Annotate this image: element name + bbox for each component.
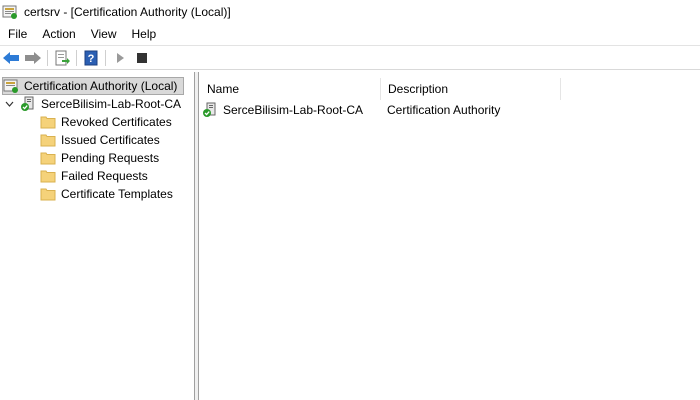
tree-item-label: Failed Requests [61, 169, 148, 183]
stop-service-button[interactable] [131, 47, 153, 69]
window-title: certsrv - [Certification Authority (Loca… [24, 5, 231, 19]
svg-text:?: ? [88, 53, 95, 65]
pane-splitter[interactable] [195, 72, 199, 400]
tree-item-pending-requests[interactable]: Pending Requests [40, 149, 159, 167]
back-button[interactable] [0, 47, 22, 69]
chevron-down-icon[interactable] [4, 96, 14, 112]
certsrv-icon [2, 5, 17, 19]
folder-icon [40, 188, 56, 201]
tree-item-issued-certificates[interactable]: Issued Certificates [40, 131, 160, 149]
start-service-button[interactable] [109, 47, 131, 69]
help-icon: ? [84, 50, 98, 65]
tree-item-ca[interactable]: SerceBilisim-Lab-Root-CA [4, 95, 181, 113]
folder-icon [40, 134, 56, 147]
list-item-name: SerceBilisim-Lab-Root-CA [223, 103, 364, 117]
start-service-icon [117, 52, 124, 63]
menu-view[interactable]: View [83, 24, 124, 45]
list-item[interactable]: SerceBilisim-Lab-Root-CA [202, 101, 363, 119]
folder-icon [40, 152, 56, 165]
folder-icon [40, 170, 56, 183]
tree-item-certificate-templates[interactable]: Certificate Templates [40, 185, 173, 203]
tree-item-label: Issued Certificates [61, 133, 160, 147]
tree-root-label: Certification Authority (Local) [24, 79, 178, 93]
back-arrow-icon [3, 51, 19, 64]
menu-help[interactable]: Help [124, 24, 164, 45]
forward-button[interactable] [22, 47, 44, 69]
ca-server-icon [21, 96, 34, 111]
column-header-label: Description [388, 82, 449, 96]
column-header-description[interactable]: Description [381, 78, 561, 100]
toolbar-separator [105, 49, 106, 66]
column-header-label: Name [207, 82, 240, 96]
tree-item-label: Revoked Certificates [61, 115, 172, 129]
forward-arrow-icon [25, 51, 41, 64]
tree-item-failed-requests[interactable]: Failed Requests [40, 167, 148, 185]
help-button[interactable]: ? [80, 47, 102, 69]
export-list-icon [55, 50, 70, 65]
results-list-pane[interactable] [200, 72, 700, 400]
menu-file[interactable]: File [0, 24, 34, 45]
tree-item-label: Pending Requests [61, 151, 160, 165]
menu-bar: File Action View Help [0, 24, 700, 45]
tree-item-revoked-certificates[interactable]: Revoked Certificates [40, 113, 172, 131]
tree-item-label: Certificate Templates [61, 187, 173, 201]
toolbar: ? [0, 45, 700, 70]
certsrv-icon [3, 79, 18, 93]
tree-root-certification-authority[interactable]: Certification Authority (Local) [2, 77, 184, 95]
title-bar: certsrv - [Certification Authority (Loca… [0, 0, 700, 24]
list-item-description: Certification Authority [387, 103, 501, 117]
toolbar-separator [47, 49, 48, 66]
folder-icon [40, 116, 56, 129]
stop-service-icon [137, 52, 147, 63]
export-list-button[interactable] [51, 47, 73, 69]
toolbar-separator [76, 49, 77, 66]
menu-action[interactable]: Action [34, 24, 82, 45]
ca-server-icon [203, 102, 216, 117]
column-header-name[interactable]: Name [200, 78, 381, 100]
tree-item-ca-label: SerceBilisim-Lab-Root-CA [41, 97, 182, 111]
